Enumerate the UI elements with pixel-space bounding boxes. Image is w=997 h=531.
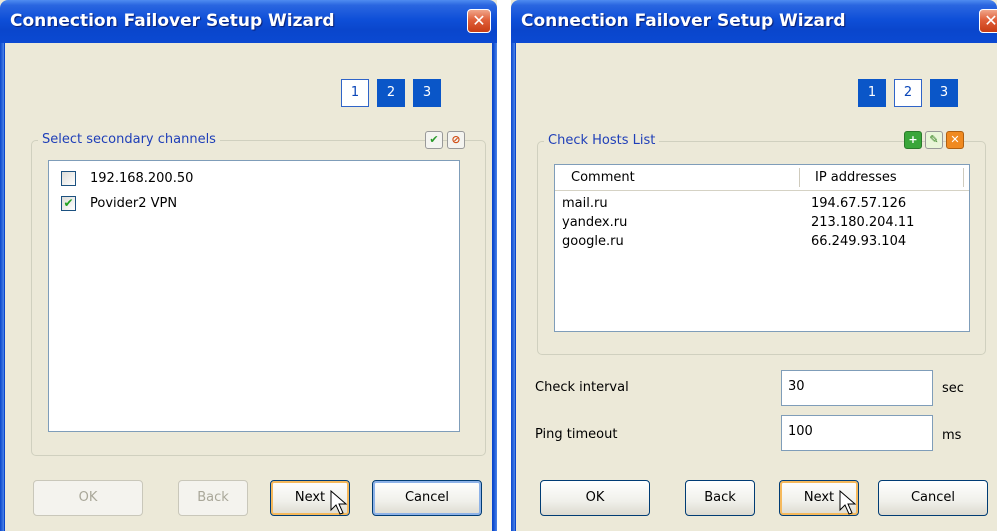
window-title: Connection Failover Setup Wizard: [521, 11, 846, 31]
wizard-window-check-hosts: Connection Failover Setup Wizard ✕ 1 2 3…: [511, 0, 997, 531]
window-border-left: [0, 43, 4, 531]
list-item[interactable]: 192.168.200.50: [61, 169, 193, 187]
select-all-button[interactable]: ✔: [425, 131, 443, 149]
host-comment: google.ru: [562, 234, 624, 249]
check-interval-unit: sec: [942, 381, 964, 396]
mouse-pointer-icon: [330, 490, 348, 515]
check-all-icon: ✔: [429, 133, 439, 146]
ping-timeout-input[interactable]: 100: [781, 415, 933, 451]
step-3-indicator[interactable]: 3: [930, 79, 958, 107]
host-ip: 213.180.204.11: [811, 215, 915, 230]
host-ip: 194.67.57.126: [811, 196, 907, 211]
secondary-channels-group: Select secondary channels ✔ ⊘ 192.168.20…: [31, 131, 486, 456]
host-comment: mail.ru: [562, 196, 608, 211]
step-1-indicator[interactable]: 1: [858, 79, 886, 107]
list-item[interactable]: ✔ Povider2 VPN: [61, 194, 177, 212]
column-separator[interactable]: [963, 168, 964, 187]
channel-label: 192.168.200.50: [90, 170, 194, 186]
close-icon: ✕: [984, 11, 997, 30]
delete-host-button[interactable]: ✕: [946, 131, 964, 149]
edit-host-button[interactable]: ✎: [925, 131, 943, 149]
ok-button[interactable]: OK: [540, 480, 650, 516]
cancel-button[interactable]: Cancel: [372, 480, 482, 516]
ping-timeout-label: Ping timeout: [535, 427, 618, 442]
add-icon: +: [908, 133, 918, 146]
host-comment: yandex.ru: [562, 215, 628, 230]
column-header-comment[interactable]: Comment: [571, 170, 635, 185]
channel-checkbox[interactable]: ✔: [61, 195, 76, 211]
ping-timeout-unit: ms: [942, 428, 962, 443]
wizard-window-secondary-channels: Connection Failover Setup Wizard ✕ 1 2 3…: [0, 0, 497, 531]
window-title: Connection Failover Setup Wizard: [10, 11, 335, 31]
group-title: Select secondary channels: [38, 132, 220, 147]
dialog-body: 1 2 3 Select secondary channels ✔ ⊘ 192.…: [4, 43, 493, 531]
pencil-icon: ✎: [929, 133, 939, 146]
title-bar[interactable]: Connection Failover Setup Wizard ✕: [0, 0, 497, 43]
delete-icon: ✕: [950, 133, 960, 146]
step-1-indicator[interactable]: 1: [341, 79, 369, 107]
title-bar[interactable]: Connection Failover Setup Wizard ✕: [511, 0, 997, 43]
host-ip: 66.249.93.104: [811, 234, 907, 249]
window-border-right: [493, 43, 497, 531]
step-3-indicator[interactable]: 3: [413, 79, 441, 107]
window-border-left: [511, 43, 515, 531]
step-2-indicator[interactable]: 2: [894, 79, 922, 107]
close-button[interactable]: ✕: [979, 9, 997, 33]
uncheck-all-icon: ⊘: [451, 133, 461, 146]
ok-button[interactable]: OK: [33, 480, 143, 516]
close-button[interactable]: ✕: [467, 9, 491, 33]
channels-list[interactable]: 192.168.200.50 ✔ Povider2 VPN: [48, 160, 460, 432]
check-hosts-group: Check Hosts List + ✎ ✕ Comment IP addres…: [537, 131, 986, 355]
group-title: Check Hosts List: [544, 133, 660, 148]
deselect-all-button[interactable]: ⊘: [447, 131, 465, 149]
channel-label: Povider2 VPN: [90, 195, 178, 211]
step-2-indicator[interactable]: 2: [377, 79, 405, 107]
column-separator[interactable]: [799, 168, 800, 187]
channel-checkbox[interactable]: [61, 170, 76, 186]
dialog-body: 1 2 3 Check Hosts List + ✎ ✕ Comment IP …: [515, 43, 997, 531]
column-header-ip[interactable]: IP addresses: [815, 170, 897, 185]
check-interval-label: Check interval: [535, 380, 629, 395]
table-header: Comment IP addresses: [555, 165, 969, 191]
close-icon: ✕: [472, 11, 486, 30]
hosts-table[interactable]: Comment IP addresses mail.ru 194.67.57.1…: [554, 164, 970, 332]
back-button[interactable]: Back: [178, 480, 248, 516]
cancel-button[interactable]: Cancel: [878, 480, 988, 516]
add-host-button[interactable]: +: [904, 131, 922, 149]
back-button[interactable]: Back: [685, 480, 755, 516]
mouse-pointer-icon: [839, 490, 857, 515]
check-interval-input[interactable]: 30: [781, 370, 933, 406]
